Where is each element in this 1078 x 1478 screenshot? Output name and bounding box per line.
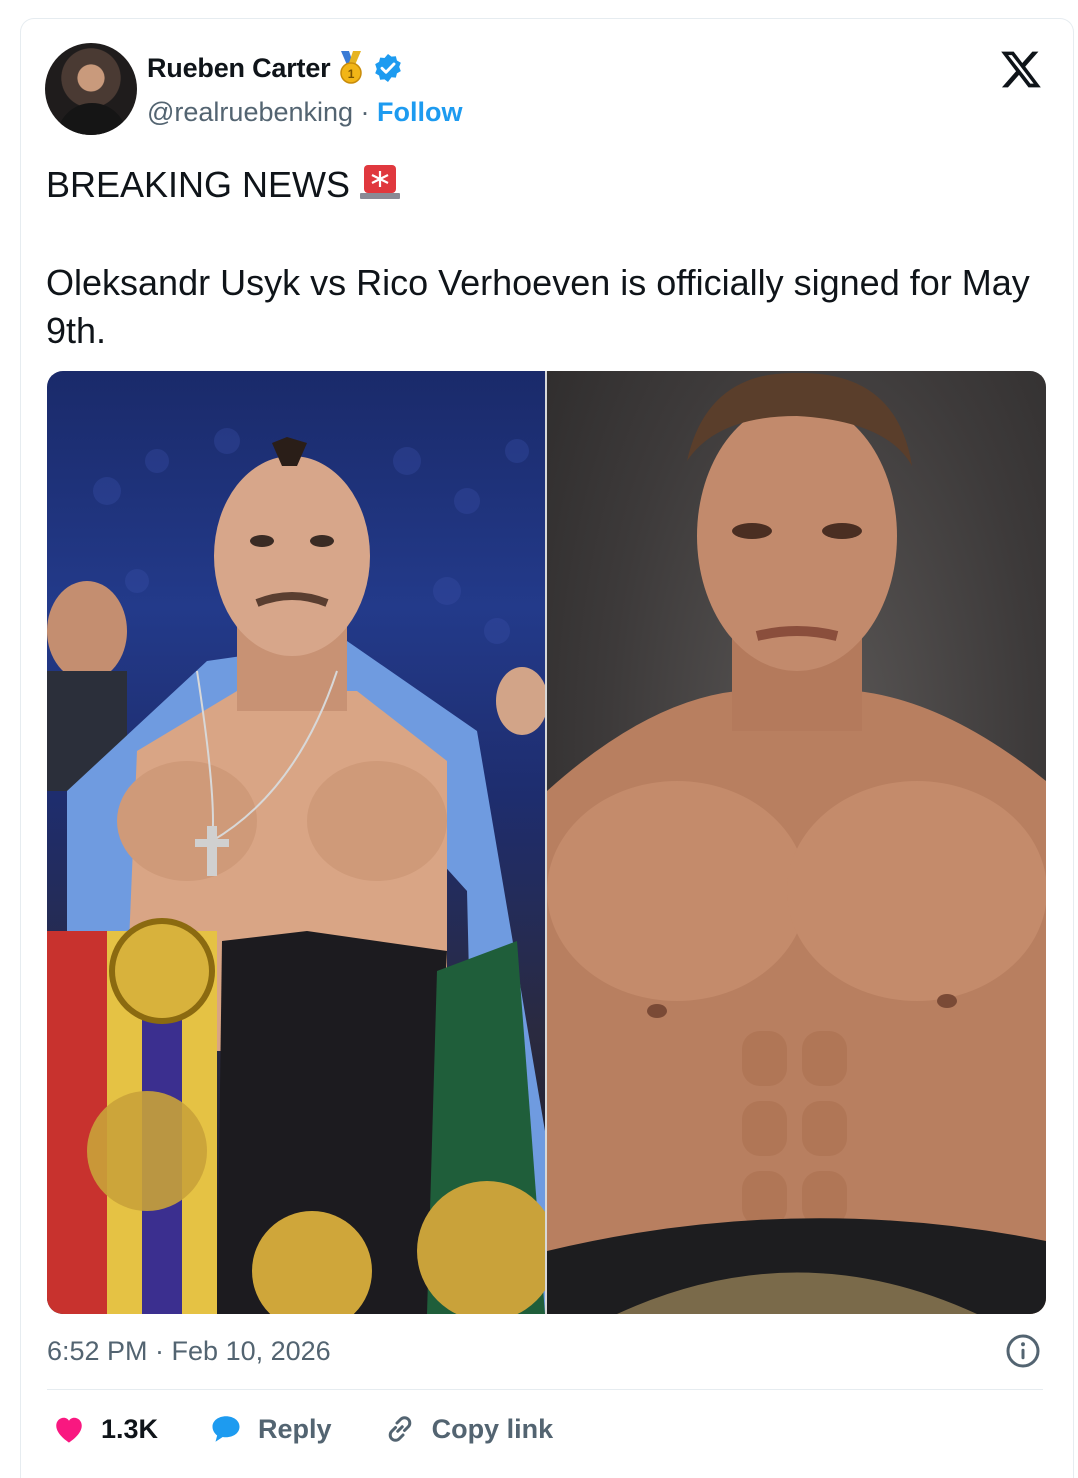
avatar[interactable] [45,43,137,135]
action-bar: 1.3K Reply Copy link [51,1411,603,1447]
tweet-line-headline: BREAKING NEWS [46,159,1046,209]
copy-link-button[interactable]: Copy link [382,1411,554,1447]
usyk-illustration [47,428,545,1314]
headline-text: BREAKING NEWS [46,164,351,205]
photo-usyk[interactable] [47,371,545,1314]
siren-icon [360,165,401,199]
separator-dot: · [353,97,378,127]
follow-link[interactable]: Follow [377,97,462,127]
tweet-line-body: Oleksandr Usyk vs Rico Verhoeven is offi… [46,262,1030,351]
link-icon [388,1416,411,1442]
tweet-media[interactable] [47,371,1046,1314]
medal-icon: 1 [340,51,363,84]
avatar-shirt [57,103,127,135]
info-icon[interactable] [1005,1333,1041,1369]
verified-badge-icon [375,54,402,82]
reply-button[interactable]: Reply [208,1411,332,1447]
copy-link-label: Copy link [431,1413,554,1444]
heart-icon [56,1417,82,1443]
tweet-card: Rueben Carter 1 @realruebenking · Follow… [20,18,1074,1478]
author-row: Rueben Carter 1 [147,51,404,85]
author-name[interactable]: Rueben Carter [147,53,331,84]
timestamp[interactable]: 6:52 PM · Feb 10, 2026 [47,1336,331,1367]
photo-verhoeven[interactable] [547,371,1046,1314]
author-handle[interactable]: @realruebenking [147,97,353,127]
like-count: 1.3K [101,1413,159,1444]
handle-row: @realruebenking · Follow [147,97,463,128]
reply-bubble-icon [212,1416,240,1442]
like-button[interactable]: 1.3K [51,1411,158,1447]
tweet-text: BREAKING NEWS Oleksandr Usyk vs Rico Ver… [46,159,1046,355]
divider [47,1389,1043,1390]
verhoeven-illustration [547,372,1046,1314]
svg-text:1: 1 [348,67,355,81]
x-logo-icon[interactable] [999,47,1043,91]
reply-label: Reply [258,1413,332,1444]
